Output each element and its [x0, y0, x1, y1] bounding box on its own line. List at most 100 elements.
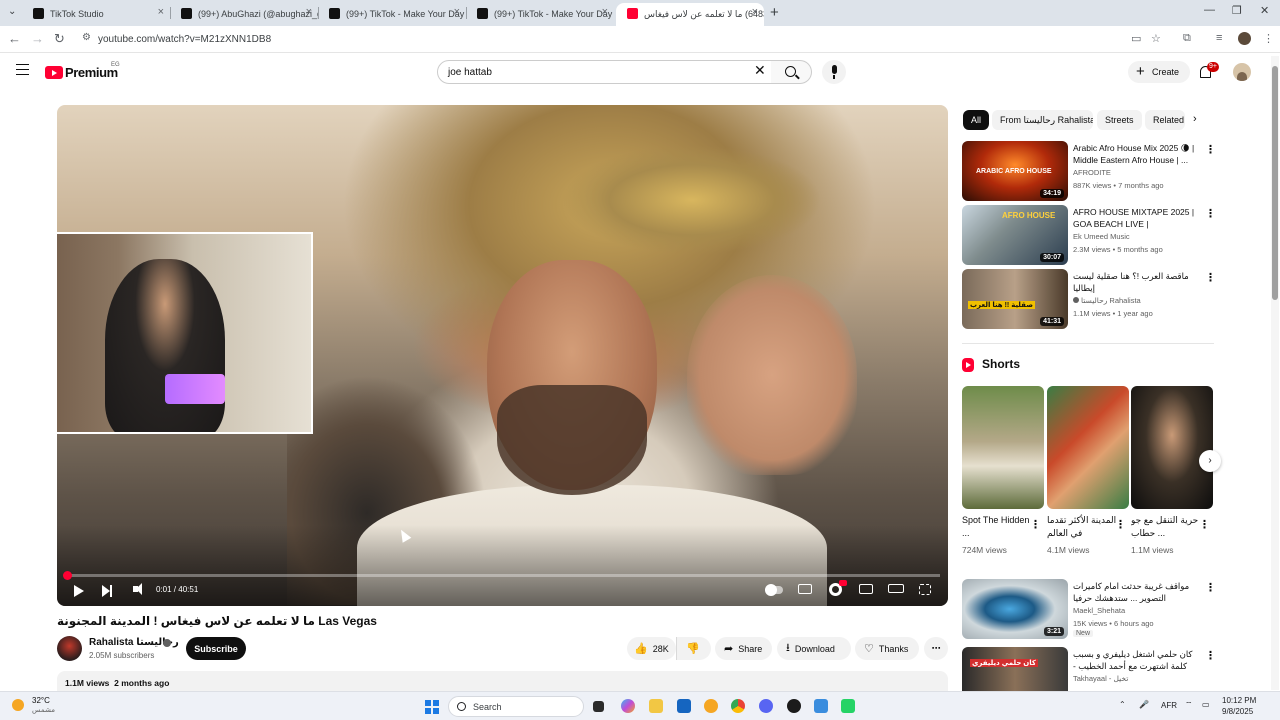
close-tab-icon[interactable]: ×: [602, 6, 608, 18]
close-window-icon[interactable]: ✕: [1260, 4, 1269, 17]
file-explorer-icon[interactable]: [649, 699, 663, 713]
address-bar[interactable]: ⚙ youtube.com/watch?v=M21zXNN1DB8: [76, 29, 1176, 50]
tab-search-icon[interactable]: ⌄: [8, 6, 16, 17]
chrome-icon[interactable]: [731, 699, 745, 713]
back-icon[interactable]: ←: [8, 31, 21, 46]
taskbar-search-input[interactable]: Search: [448, 696, 584, 717]
channel-avatar[interactable]: [57, 636, 82, 661]
scrollbar-thumb[interactable]: [1272, 66, 1278, 300]
browser-menu-icon[interactable]: ⋮: [1263, 32, 1274, 45]
browser-tab[interactable]: (99+) TikTok - Make Your Day ×: [466, 3, 614, 24]
site-info-icon[interactable]: ⚙: [82, 32, 91, 43]
browser-tab-active[interactable]: (6483) ما لا تعلمه عن لاس فيغاس ×: [616, 3, 764, 26]
subscribe-button[interactable]: Subscribe: [186, 637, 246, 660]
more-vert-icon[interactable]: ⋮: [1115, 518, 1126, 531]
close-tab-icon[interactable]: ×: [752, 6, 758, 18]
video-thumbnail[interactable]: 3:21: [962, 579, 1068, 639]
theater-mode-icon[interactable]: [888, 584, 904, 593]
short-thumbnail[interactable]: [962, 386, 1044, 509]
search-button[interactable]: [771, 60, 812, 84]
browser-tab[interactable]: (99+) AbuGhazi (@abughazi_ga... ×: [170, 3, 318, 24]
battery-icon[interactable]: ▭: [1202, 700, 1210, 709]
browser-tab[interactable]: TikTok Studio ×: [22, 3, 170, 24]
video-thumbnail[interactable]: صقلية !! هنا العرب 41:31: [962, 269, 1068, 329]
more-vert-icon[interactable]: ⋮: [1205, 271, 1216, 284]
progress-scrubber[interactable]: [62, 571, 72, 580]
short-thumbnail[interactable]: [1131, 386, 1213, 509]
more-vert-icon[interactable]: ⋮: [1205, 143, 1216, 156]
miniplayer-icon[interactable]: [859, 584, 873, 594]
task-view-icon[interactable]: [593, 701, 604, 712]
fullscreen-icon[interactable]: [919, 584, 931, 595]
extensions-icon[interactable]: ⧉: [1183, 32, 1191, 45]
autoplay-toggle[interactable]: [765, 584, 783, 596]
search-input[interactable]: joe hattab: [437, 60, 772, 84]
close-tab-icon[interactable]: ×: [454, 6, 460, 18]
network-icon[interactable]: ⌔: [1185, 700, 1193, 710]
recommendation-item[interactable]: AFRO HOUSE 30:07 AFRO HOUSE MIXTAPE 2025…: [962, 205, 1217, 265]
clock-time[interactable]: 10:12 PM: [1222, 696, 1256, 705]
volume-icon[interactable]: [133, 583, 142, 595]
recommendation-item[interactable]: 3:21 مواقف غريبة حدثت امام كاميرات التصو…: [962, 579, 1217, 639]
chip-all[interactable]: All: [963, 110, 990, 130]
shorts-next-icon[interactable]: ›: [1199, 450, 1221, 472]
short-title[interactable]: المدينة الأكثر تقدما في العالم: [1047, 514, 1117, 540]
copilot-icon[interactable]: [621, 699, 635, 713]
app-icon[interactable]: [841, 699, 855, 713]
browser-tab[interactable]: (99+) TikTok - Make Your Day ×: [318, 3, 466, 24]
chip-streets[interactable]: Streets: [1097, 110, 1142, 130]
voice-search-icon[interactable]: [822, 60, 846, 84]
weather-temperature[interactable]: 32°C: [32, 696, 50, 705]
close-tab-icon[interactable]: ×: [158, 6, 164, 18]
restore-icon[interactable]: ❐: [1232, 4, 1242, 17]
logo-text[interactable]: Premium: [65, 65, 118, 80]
more-vert-icon[interactable]: ⋮: [1205, 581, 1216, 594]
recommendation-item[interactable]: ARABIC AFRO HOUSE 34:19 Arabic Afro Hous…: [962, 141, 1217, 201]
progress-bar[interactable]: [62, 571, 940, 580]
weather-sun-icon[interactable]: [12, 699, 24, 711]
chip-related[interactable]: Related: [1145, 110, 1185, 130]
chips-next-icon[interactable]: ›: [1193, 113, 1197, 125]
chevron-up-icon[interactable]: ⌃: [1119, 700, 1126, 709]
download-button[interactable]: ⭳ Download: [777, 637, 851, 660]
close-tab-icon[interactable]: ×: [306, 6, 312, 18]
forward-icon[interactable]: →: [31, 31, 44, 46]
reload-icon[interactable]: ↻: [54, 31, 65, 47]
menu-icon[interactable]: [16, 64, 29, 75]
clock-date[interactable]: 9/8/2025: [1222, 707, 1253, 716]
minimize-icon[interactable]: —: [1204, 4, 1215, 16]
app-icon[interactable]: [787, 699, 801, 713]
more-vert-icon[interactable]: ⋮: [1030, 518, 1041, 531]
chip-from-channel[interactable]: From رحاليستا Rahalista: [992, 110, 1093, 130]
new-tab-icon[interactable]: +: [770, 4, 779, 21]
app-icon[interactable]: [814, 699, 828, 713]
dislike-button[interactable]: 👎: [676, 637, 711, 660]
clear-search-icon[interactable]: ✕: [754, 62, 766, 79]
short-title[interactable]: حرية التنقل مع جو ... حطاب: [1131, 514, 1201, 540]
more-vert-icon[interactable]: ⋮: [1199, 518, 1210, 531]
language-indicator[interactable]: AFR: [1161, 701, 1177, 710]
windows-start-icon[interactable]: [425, 700, 439, 714]
short-title[interactable]: Spot The Hidden ...: [962, 514, 1032, 540]
account-avatar[interactable]: [1233, 63, 1251, 81]
recommendation-item[interactable]: كان حلمي ديليفري كان حلمي اشتغل ديليفري …: [962, 647, 1217, 691]
profile-avatar-icon[interactable]: [1238, 32, 1251, 45]
video-thumbnail[interactable]: كان حلمي ديليفري: [962, 647, 1068, 691]
create-button[interactable]: Create: [1128, 61, 1190, 83]
video-thumbnail[interactable]: ARABIC AFRO HOUSE 34:19: [962, 141, 1068, 201]
short-thumbnail[interactable]: [1047, 386, 1129, 509]
bookmark-star-icon[interactable]: ☆: [1151, 32, 1161, 45]
like-button[interactable]: 👍 28K: [627, 637, 676, 660]
play-icon[interactable]: [74, 585, 84, 597]
more-actions-button[interactable]: ⋯: [924, 637, 948, 660]
discord-icon[interactable]: [759, 699, 773, 713]
youtube-logo-icon[interactable]: [45, 66, 63, 79]
share-button[interactable]: ➦ Share: [715, 637, 772, 660]
next-video-icon[interactable]: [102, 585, 112, 597]
thanks-button[interactable]: ♡ Thanks: [855, 637, 919, 660]
recommendation-item[interactable]: صقلية !! هنا العرب 41:31 ماقصة العرب !؟ …: [962, 269, 1217, 329]
captions-icon[interactable]: [798, 584, 812, 594]
cast-icon[interactable]: ▭: [1131, 32, 1141, 45]
video-thumbnail[interactable]: AFRO HOUSE 30:07: [962, 205, 1068, 265]
app-icon[interactable]: [704, 699, 718, 713]
